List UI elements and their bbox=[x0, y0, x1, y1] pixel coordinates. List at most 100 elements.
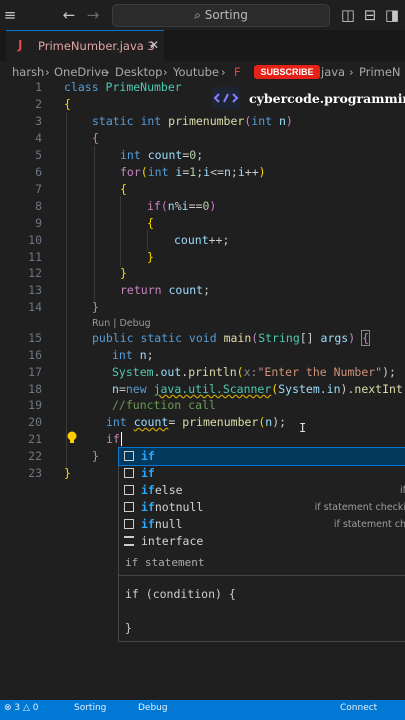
line-number: 8 bbox=[35, 199, 42, 213]
code-line: int count= primenumber(n); bbox=[106, 415, 286, 429]
line-number: 5 bbox=[35, 148, 42, 162]
code-line: n=new java.util.Scanner(System.in).nextI… bbox=[112, 382, 405, 396]
line-number: 19 bbox=[28, 398, 42, 412]
code-comment: //function call bbox=[112, 398, 216, 412]
code-line: } bbox=[120, 266, 127, 280]
status-item[interactable]: Connect bbox=[340, 703, 377, 713]
array-brackets: [] bbox=[299, 331, 321, 345]
line-number: 12 bbox=[28, 266, 42, 280]
indent-guide bbox=[120, 196, 121, 266]
search-icon: ⌕ bbox=[194, 8, 201, 22]
code-line: static int primenumber(int n) bbox=[92, 114, 293, 128]
code-line: { bbox=[120, 182, 127, 196]
parameter: n bbox=[278, 114, 286, 128]
suggestion-detail: if statement ch bbox=[333, 519, 405, 530]
breadcrumb-item[interactable]: OneDrive bbox=[54, 65, 108, 79]
keyword: static int bbox=[92, 114, 169, 128]
variable: count bbox=[168, 283, 204, 297]
status-item[interactable]: Debug bbox=[138, 703, 168, 713]
code-line: class PrimeNumber bbox=[64, 80, 182, 94]
line-number: 11 bbox=[28, 250, 42, 264]
suggestion-label: interface bbox=[141, 534, 204, 548]
status-bar: ⊗ 3 △ 0 Sorting Debug Connect bbox=[0, 700, 405, 720]
snippet-icon bbox=[124, 519, 134, 529]
method-name: primenumber bbox=[168, 114, 245, 128]
paren: ); bbox=[382, 365, 396, 379]
brace: { bbox=[64, 97, 71, 111]
suggestion-label: ifnotnull bbox=[141, 500, 204, 514]
type-name: java.util.Scanner bbox=[153, 382, 272, 396]
codelens-run-debug[interactable]: Run | Debug bbox=[92, 318, 151, 329]
line-number: 16 bbox=[28, 348, 42, 362]
brace: { bbox=[92, 131, 99, 145]
status-item[interactable]: Sorting bbox=[74, 703, 106, 713]
keyword: if bbox=[106, 432, 120, 446]
suggestion-label: if bbox=[141, 449, 155, 463]
suggestion-item[interactable]: if bbox=[119, 465, 405, 482]
line-number: 14 bbox=[28, 300, 42, 314]
paren: ( bbox=[140, 165, 148, 179]
close-icon[interactable]: ✕ bbox=[149, 38, 159, 52]
variable: n bbox=[167, 199, 175, 213]
snippet-icon bbox=[124, 468, 134, 478]
toggle-secondary-sidebar-icon[interactable]: ◨ bbox=[382, 5, 402, 25]
problems-status[interactable]: ⊗ 3 △ 0 bbox=[4, 703, 39, 713]
paren: ); bbox=[272, 415, 287, 429]
breadcrumb-item[interactable]: Youtube bbox=[173, 65, 219, 79]
toggle-panel-icon[interactable]: ⊟ bbox=[360, 5, 380, 25]
breadcrumb-item[interactable]: harsh bbox=[12, 65, 44, 79]
semicolon: ; bbox=[146, 348, 154, 362]
menu-icon[interactable]: ≡ bbox=[0, 5, 20, 25]
keyword: for bbox=[120, 165, 141, 179]
breadcrumb-item[interactable]: Desktop bbox=[115, 65, 162, 79]
suggestion-item[interactable]: ifnotnull if statement checki bbox=[119, 499, 405, 516]
back-arrow-icon[interactable]: ← bbox=[59, 5, 79, 25]
semicolon: ; bbox=[196, 148, 204, 162]
code-line: count++; bbox=[174, 233, 229, 247]
forward-arrow-icon[interactable]: → bbox=[83, 5, 103, 25]
suggestion-item[interactable]: interface bbox=[119, 533, 405, 550]
operator: <= bbox=[210, 165, 224, 179]
java-file-icon: J bbox=[18, 38, 23, 52]
field: System.in bbox=[278, 382, 341, 396]
code-line: int n; bbox=[112, 348, 154, 362]
method-name: nextInt bbox=[354, 382, 403, 396]
code-line: System.out.println(x:"Enter the Number")… bbox=[112, 365, 396, 379]
brace: { bbox=[120, 182, 127, 196]
suggestion-label: ifelse bbox=[141, 483, 183, 497]
line-number: 9 bbox=[35, 216, 42, 230]
suggestion-item[interactable]: ifnull if statement ch bbox=[119, 516, 405, 533]
toggle-primary-sidebar-icon[interactable]: ◫ bbox=[338, 5, 358, 25]
command-center-search[interactable]: ⌕ Sorting bbox=[112, 4, 330, 27]
lightbulb-icon[interactable] bbox=[66, 430, 78, 444]
line-number: 7 bbox=[35, 182, 42, 196]
breadcrumb-item[interactable]: java bbox=[321, 65, 345, 79]
code-line: } bbox=[92, 449, 99, 463]
code-line: if(n%i==0) bbox=[147, 199, 216, 213]
suggestion-label: if bbox=[141, 466, 155, 480]
indent-guide bbox=[94, 146, 95, 301]
suggestion-item[interactable]: ifelse if bbox=[119, 482, 405, 499]
breadcrumb-item[interactable]: PrimeN bbox=[359, 65, 401, 79]
subscribe-badge[interactable]: SUBSCRIBE bbox=[254, 65, 320, 79]
suggestion-details-panel: if statement if (condition) { } bbox=[118, 551, 405, 642]
keyword: class bbox=[64, 80, 106, 94]
tab-label: PrimeNumber.java 3 bbox=[38, 39, 155, 53]
line-number: 1 bbox=[35, 80, 42, 94]
details-code-line: } bbox=[125, 621, 132, 635]
keyword: int bbox=[106, 415, 134, 429]
breadcrumb-item[interactable]: F bbox=[234, 65, 241, 79]
details-divider bbox=[119, 575, 405, 576]
method-name: main bbox=[223, 331, 252, 345]
code-line: } bbox=[64, 466, 71, 480]
suggestion-item[interactable]: if bbox=[118, 447, 405, 466]
method-name: println bbox=[188, 365, 237, 379]
paren: ) bbox=[258, 165, 266, 179]
paren: ( bbox=[160, 199, 168, 213]
line-number: 23 bbox=[28, 466, 42, 480]
code-line: for(int i=1;i<=n;i++) bbox=[120, 165, 266, 179]
line-number: 15 bbox=[28, 331, 42, 345]
line-number: 21 bbox=[28, 432, 42, 446]
code-line: } bbox=[92, 300, 99, 314]
tab-primenumber-java[interactable]: J PrimeNumber.java 3 ✕ bbox=[6, 30, 164, 62]
